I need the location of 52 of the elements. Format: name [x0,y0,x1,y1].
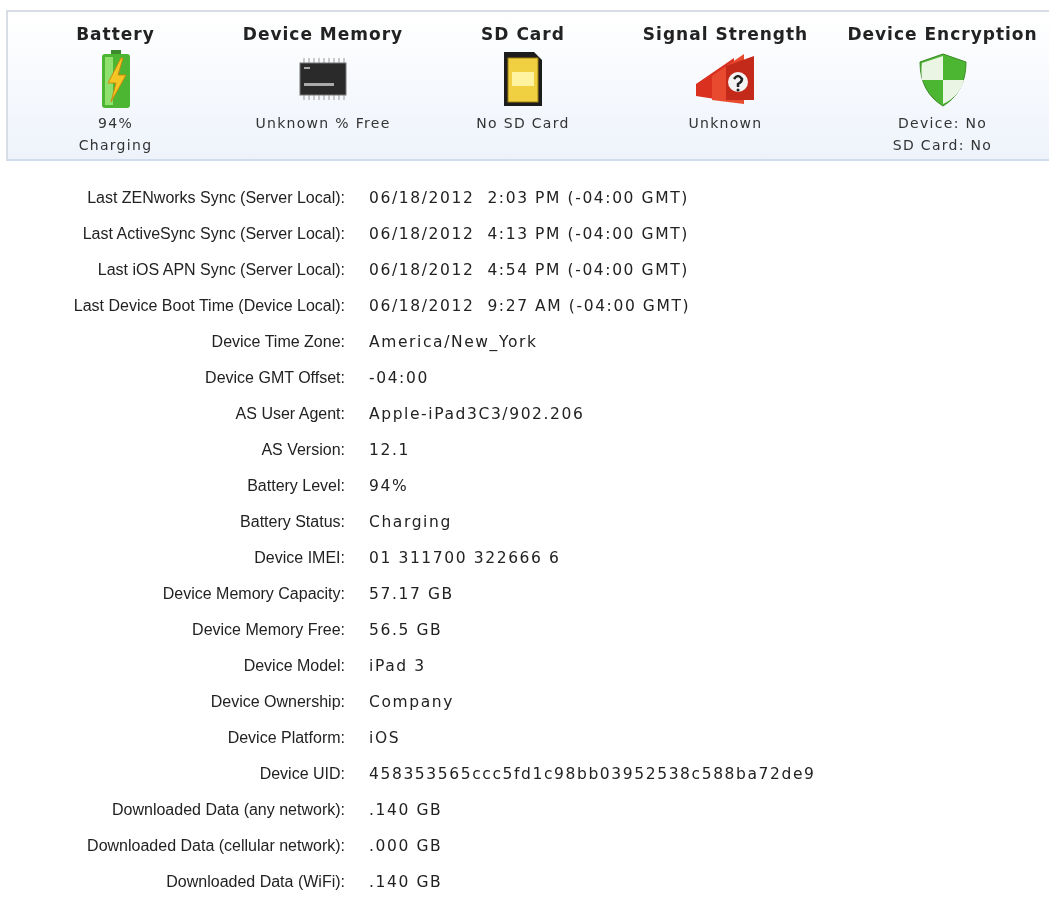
field-value: .140 GB [369,872,444,893]
field-value: Company [369,692,455,713]
field-value: 06/18/2012 9:27 AM (-04:00 GMT) [369,296,692,317]
field-label: Last iOS APN Sync (Server Local): [96,260,345,280]
field-value: 94% [369,476,410,497]
field-label: Device Memory Free: [191,620,345,640]
field-label: Device Ownership: [209,692,345,712]
field-value: iPad 3 [369,656,427,677]
field-value: 57.17 GB [369,584,455,605]
field-label: Battery Level: [246,476,345,496]
field-value: 458353565ccc5fd1c98bb03952538c588ba72de9 [369,764,817,785]
field-value: Apple-iPad3C3/902.206 [369,404,586,425]
field-value: 56.5 GB [369,620,444,641]
tile-status: Device: No [897,114,988,133]
tile-title: Battery [76,24,155,44]
field-value: -04:00 [369,368,430,389]
field-label: AS User Agent: [234,404,345,424]
tile-status: Charging [78,136,153,155]
tile-title: Signal Strength [642,24,809,44]
tile-title: Device Memory [242,24,404,44]
field-label: Device IMEI: [253,548,345,568]
field-label: Last ActiveSync Sync (Server Local): [81,224,345,244]
tile-status: 94% [98,114,133,133]
field-value: .000 GB [369,836,444,857]
field-value: 01 311700 322666 6 [369,548,562,569]
field-label: Last Device Boot Time (Device Local): [72,296,345,316]
field-label: Device UID: [258,764,345,784]
tile-status: Unknown % Free [255,114,391,133]
field-label: Downloaded Data (WiFi): [165,872,345,892]
field-label: Last ZENworks Sync (Server Local): [86,188,345,208]
field-label: Device Model: [242,656,345,676]
field-label: Device Memory Capacity: [161,584,345,604]
field-label: Device Time Zone: [210,332,345,352]
field-value: iOS [369,728,402,749]
tile-title: SD Card [481,24,565,44]
tile-status: No SD Card [476,114,570,133]
field-label: Battery Status: [239,512,345,532]
field-label: Downloaded Data (any network): [111,800,345,820]
field-value: America/New_York [369,332,539,353]
field-value: 12.1 [369,440,411,461]
tile-status: SD Card: No [892,136,993,155]
field-label: Device GMT Offset: [204,368,345,388]
field-label: AS Version: [260,440,345,460]
tile-status: Unknown [688,114,763,133]
field-label: Downloaded Data (cellular network): [86,836,345,856]
field-value: Charging [369,512,453,533]
field-value: .140 GB [369,800,444,821]
field-value: 06/18/2012 4:54 PM (-04:00 GMT) [369,260,690,281]
field-label: Device Platform: [226,728,345,748]
field-value: 06/18/2012 2:03 PM (-04:00 GMT) [369,188,690,209]
field-value: 06/18/2012 4:13 PM (-04:00 GMT) [369,224,690,245]
tile-title: Device Encryption [847,24,1038,44]
